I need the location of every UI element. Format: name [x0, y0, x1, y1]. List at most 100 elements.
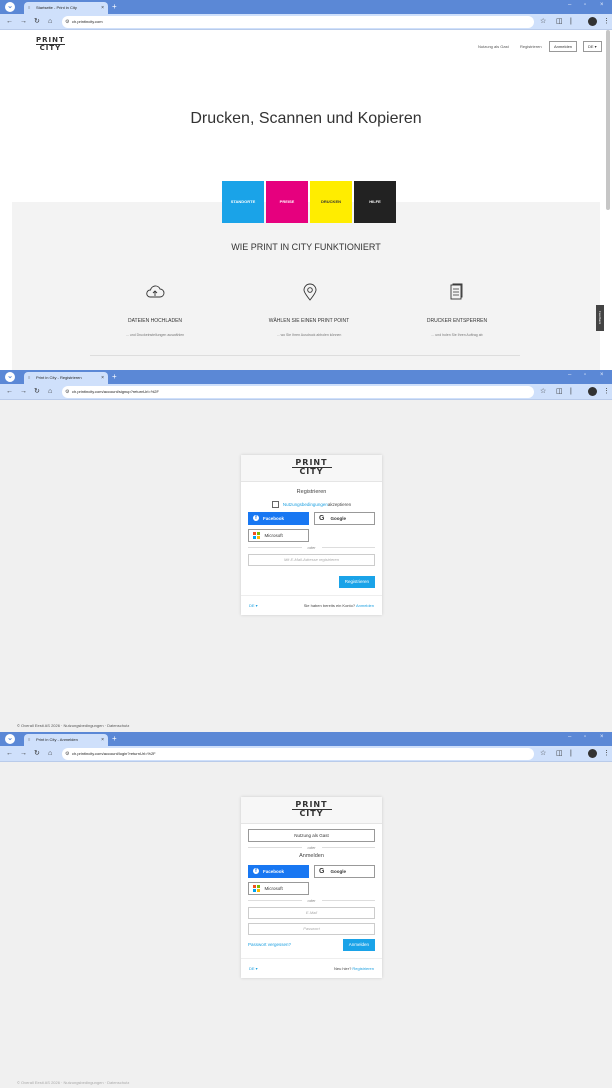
facebook-button[interactable]: f Facebook — [248, 864, 309, 878]
reload-icon[interactable]: ↻ — [34, 749, 40, 759]
terms-row: Nutzungsbedingungen akzeptieren — [241, 500, 382, 508]
tile-drucken[interactable]: DRUCKEN — [310, 181, 352, 223]
maximize-icon[interactable]: ▫ — [584, 372, 586, 378]
maximize-icon[interactable]: ▫ — [584, 2, 586, 8]
terms-link[interactable]: Nutzungsbedingungen — [283, 502, 328, 507]
back-icon[interactable]: ← — [6, 387, 13, 397]
browser-tab[interactable]: ≡ Startseite - Print in City × — [24, 2, 108, 14]
browser-menu-icon[interactable]: ⌄ — [5, 2, 15, 12]
more-menu-icon[interactable]: ⋮ — [603, 387, 610, 397]
facebook-button[interactable]: f Facebook — [248, 511, 309, 525]
browser-menu-icon[interactable]: ⌄ — [5, 372, 15, 382]
close-window-icon[interactable]: × — [600, 372, 604, 378]
login-title: Anmelden — [299, 852, 324, 859]
extensions-icon[interactable]: ◫ — [556, 387, 563, 397]
register-link[interactable]: Registrieren — [352, 966, 374, 971]
card-header: PRINT CITY — [241, 797, 382, 824]
microsoft-button[interactable]: Microsoft — [248, 528, 309, 542]
screenshot-register: ⌄ ≡ Print in City - Registrieren × + – ▫… — [0, 370, 612, 732]
divider-line — [321, 546, 376, 548]
address-bar[interactable]: ⚙ ch.printincity.com/account/login?retur… — [62, 748, 534, 760]
minimize-icon[interactable]: – — [568, 372, 571, 378]
divider-line — [248, 899, 302, 901]
extensions-icon[interactable]: ◫ — [556, 749, 563, 759]
login-button[interactable]: Anmelden — [342, 938, 375, 951]
reload-icon[interactable]: ↻ — [34, 17, 40, 27]
language-select[interactable]: DE ▾ — [583, 41, 602, 52]
reload-icon[interactable]: ↻ — [34, 387, 40, 397]
profile-avatar[interactable] — [588, 749, 597, 758]
tile-standorte[interactable]: STANDORTE — [222, 181, 264, 223]
new-tab-icon[interactable]: + — [112, 372, 117, 382]
step-choose-desc: ... wo Sie Ihren Ausdruck abholen können — [276, 333, 342, 337]
close-window-icon[interactable]: × — [600, 734, 604, 740]
url-text: ch.printincity.com — [72, 19, 103, 24]
card-footer: DE ▾ Neu hier? Registrieren — [241, 957, 382, 978]
close-tab-icon[interactable]: × — [101, 2, 104, 14]
close-tab-icon[interactable]: × — [101, 734, 104, 746]
address-bar[interactable]: ⚙ ch.printincity.com — [62, 16, 534, 28]
new-tab-icon[interactable]: + — [112, 2, 117, 12]
or-text: oder — [307, 897, 316, 903]
section-divider — [90, 355, 520, 356]
minimize-icon[interactable]: – — [568, 2, 571, 8]
home-icon[interactable]: ⌂ — [48, 17, 52, 27]
tile-hilfe[interactable]: HILFE — [354, 181, 396, 223]
site-info-icon[interactable]: ⚙ — [65, 748, 69, 760]
login-link[interactable]: Anmelden — [356, 603, 374, 608]
printincity-logo[interactable]: PRINT CITY — [36, 36, 65, 53]
register-button[interactable]: Registrieren — [338, 575, 375, 588]
google-label: Google — [330, 515, 346, 521]
back-icon[interactable]: ← — [6, 749, 13, 759]
new-tab-icon[interactable]: + — [112, 734, 117, 744]
guest-button[interactable]: Nutzung als Gast — [248, 828, 375, 842]
guest-link[interactable]: Nutzung als Gast — [478, 44, 509, 49]
extensions-icon[interactable]: ◫ — [556, 17, 563, 27]
minimize-icon[interactable]: – — [568, 734, 571, 740]
forward-icon[interactable]: → — [20, 749, 27, 759]
forward-icon[interactable]: → — [20, 387, 27, 397]
profile-avatar[interactable] — [588, 387, 597, 396]
close-tab-icon[interactable]: × — [101, 372, 104, 384]
nav-bar: ← → ↻ ⌂ ⚙ ch.printincity.com/account/log… — [0, 746, 612, 762]
separator-icon: | — [570, 18, 572, 25]
tab-favicon-icon: ≡ — [28, 737, 31, 742]
site-info-icon[interactable]: ⚙ — [65, 16, 69, 28]
step-upload-desc: ... und Druckeinstellungen auswählen — [125, 333, 185, 337]
more-menu-icon[interactable]: ⋮ — [603, 17, 610, 27]
google-button[interactable]: G Google — [314, 864, 375, 878]
home-icon[interactable]: ⌂ — [48, 749, 52, 759]
bookmark-star-icon[interactable]: ☆ — [540, 387, 546, 397]
bookmark-star-icon[interactable]: ☆ — [540, 17, 546, 27]
tile-preise[interactable]: PREISE — [266, 181, 308, 223]
login-button[interactable]: Anmelden — [549, 41, 578, 52]
home-icon[interactable]: ⌂ — [48, 387, 52, 397]
language-select[interactable]: DE ▾ — [249, 966, 258, 971]
address-bar[interactable]: ⚙ ch.printincity.com/account/signup?retu… — [62, 386, 534, 398]
google-button[interactable]: G Google — [314, 511, 375, 525]
browser-tab[interactable]: ≡ Print in City - Anmelden × — [24, 734, 108, 746]
facebook-label: Facebook — [263, 868, 285, 874]
browser-tab[interactable]: ≡ Print in City - Registrieren × — [24, 372, 108, 384]
forward-icon[interactable]: → — [20, 17, 27, 27]
more-menu-icon[interactable]: ⋮ — [603, 749, 610, 759]
bookmark-star-icon[interactable]: ☆ — [540, 749, 546, 759]
new-here-text: Neu hier? — [333, 965, 353, 971]
register-link[interactable]: Registrieren — [520, 44, 542, 49]
maximize-icon[interactable]: ▫ — [584, 734, 586, 740]
email-field[interactable]: E-Mail — [248, 906, 375, 919]
back-icon[interactable]: ← — [6, 17, 13, 27]
feedback-tab[interactable]: Feedback — [596, 305, 604, 331]
language-select[interactable]: DE ▾ — [249, 603, 258, 608]
forgot-password-link[interactable]: Passwort vergessen? — [248, 942, 291, 947]
profile-avatar[interactable] — [588, 17, 597, 26]
divider-line — [321, 846, 376, 848]
site-info-icon[interactable]: ⚙ — [65, 386, 69, 398]
microsoft-button[interactable]: Microsoft — [248, 881, 309, 895]
close-window-icon[interactable]: × — [600, 2, 604, 8]
terms-checkbox[interactable] — [271, 500, 279, 508]
email-field[interactable]: Mit E-Mail-Adresse registrieren — [248, 553, 375, 566]
separator-icon: | — [570, 750, 572, 757]
browser-menu-icon[interactable]: ⌄ — [5, 734, 15, 744]
password-field[interactable]: Passwort — [248, 922, 375, 935]
